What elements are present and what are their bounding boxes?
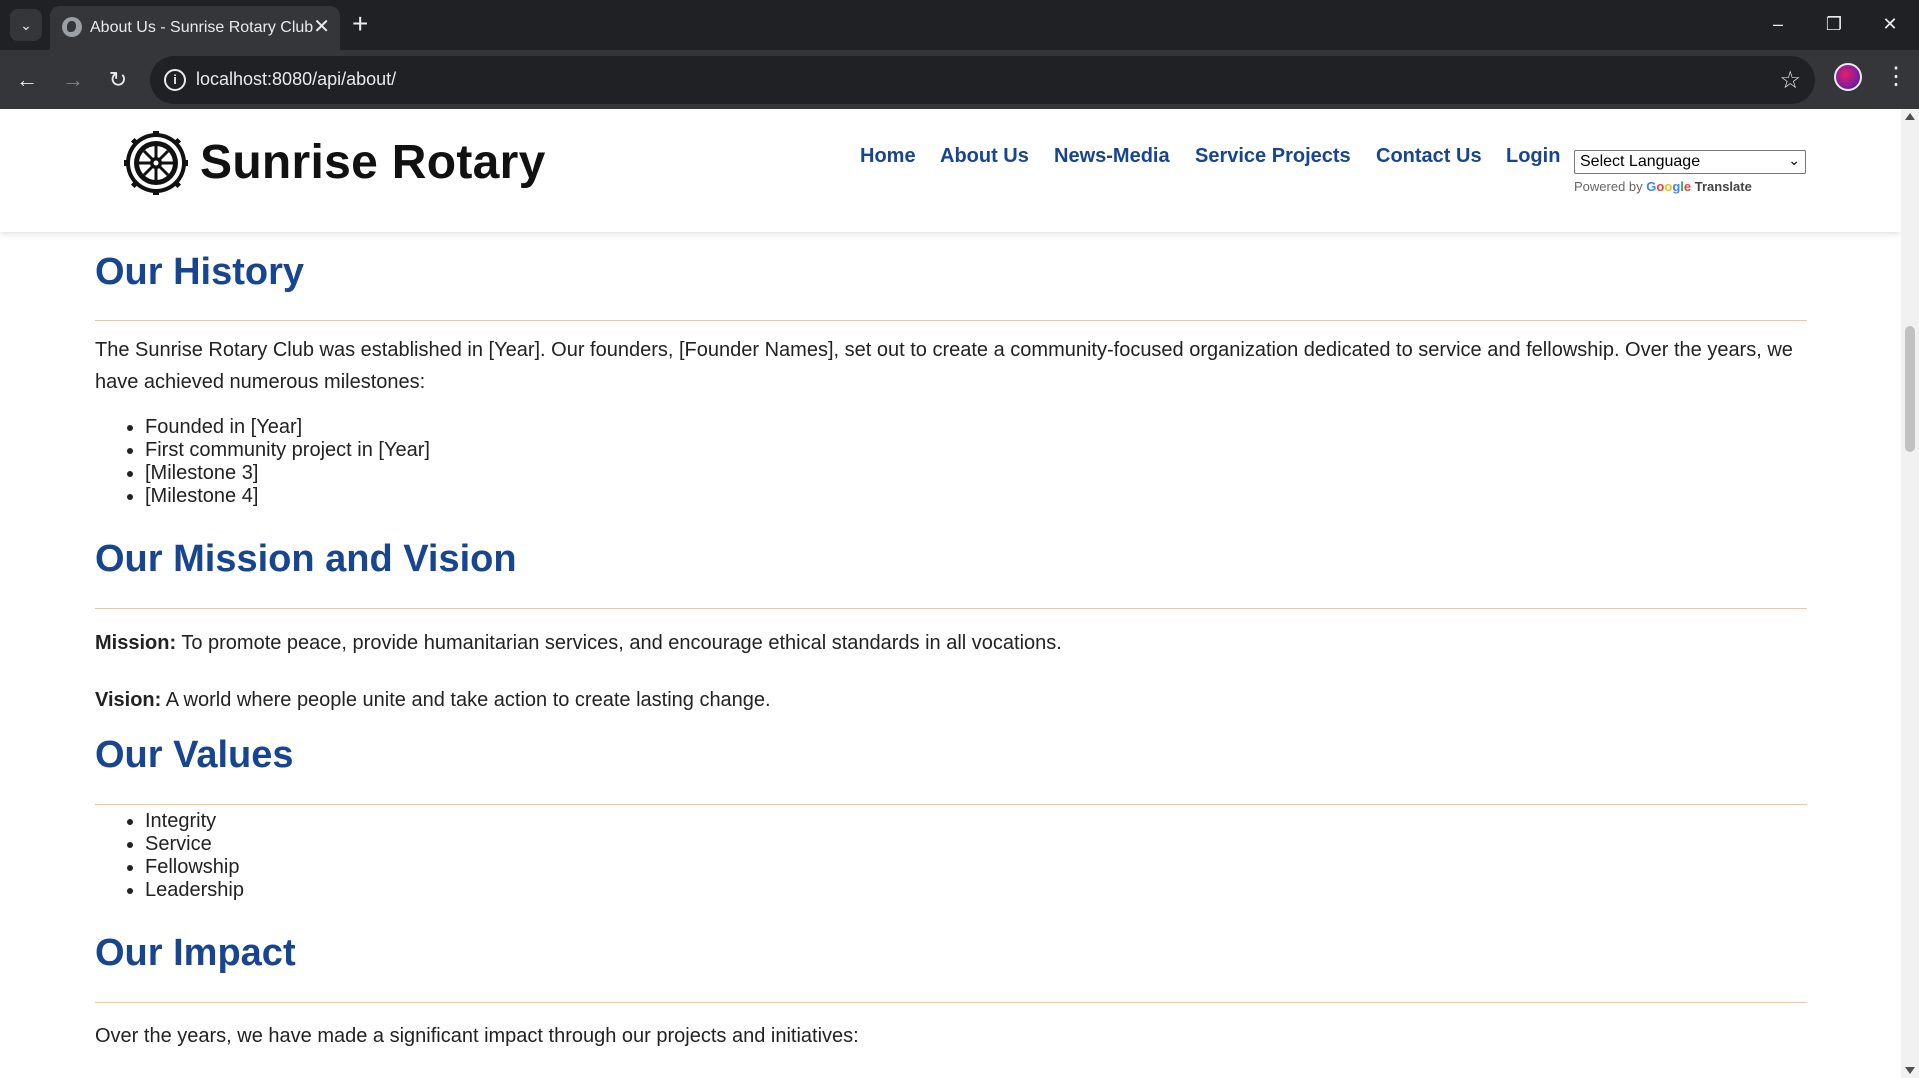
mission-label: Mission: (95, 632, 177, 654)
section-divider (95, 320, 1807, 321)
powered-by-google-translate: Powered by Google Translate (1574, 179, 1752, 194)
scroll-up-arrow-icon[interactable] (1905, 113, 1915, 120)
section-divider (95, 804, 1807, 805)
profile-avatar-icon[interactable] (1834, 63, 1862, 91)
impact-intro: Over the years, we have made a significa… (95, 1025, 859, 1047)
tab-search-chevron-icon[interactable]: ⌄ (10, 9, 42, 41)
vision-label: Vision: (95, 689, 162, 711)
impact-heading: Our Impact (95, 932, 296, 974)
scroll-down-arrow-icon[interactable] (1905, 1067, 1915, 1074)
google-wordmark[interactable]: Google (1646, 179, 1691, 194)
page-scrollbar[interactable] (1901, 109, 1919, 1078)
restore-icon[interactable]: ❐ (1814, 6, 1854, 42)
list-item: Leadership (145, 879, 244, 902)
list-item: [Milestone 3] (145, 462, 430, 485)
chevron-down-icon: ⌄ (1788, 152, 1800, 168)
page-viewport: Sunrise Rotary Home About Us News-Media … (0, 109, 1901, 1078)
browser-menu-icon[interactable]: ⋮ (1884, 62, 1908, 92)
list-item: Integrity (145, 810, 244, 833)
brand-title[interactable]: Sunrise Rotary (200, 135, 546, 190)
minimize-icon[interactable]: – (1758, 6, 1798, 42)
values-list: Integrity Service Fellowship Leadership (95, 810, 244, 902)
globe-icon (62, 17, 82, 37)
scrollbar-thumb[interactable] (1905, 326, 1915, 452)
forward-arrow-icon[interactable]: → (55, 62, 91, 98)
list-item: Fellowship (145, 856, 244, 879)
new-tab-plus-icon[interactable]: + (352, 8, 368, 40)
site-header: Sunrise Rotary Home About Us News-Media … (0, 109, 1901, 232)
mission-heading: Our Mission and Vision (95, 538, 517, 580)
bookmark-star-icon[interactable]: ☆ (1779, 66, 1801, 95)
reload-icon[interactable]: ↻ (100, 62, 136, 98)
translate-link[interactable]: Translate (1695, 179, 1752, 194)
close-window-icon[interactable]: ✕ (1870, 6, 1910, 42)
section-divider (95, 608, 1807, 609)
back-arrow-icon[interactable]: ← (9, 62, 45, 98)
milestones-list: Founded in [Year] First community projec… (95, 416, 430, 508)
mission-text: To promote peace, provide humanitarian s… (181, 632, 1062, 654)
section-divider (95, 1002, 1807, 1003)
list-item: Service (145, 833, 244, 856)
nav-home[interactable]: Home (860, 145, 916, 168)
nav-news-media[interactable]: News-Media (1054, 145, 1170, 168)
list-item: First community project in [Year] (145, 439, 430, 462)
powered-by-label: Powered by (1574, 179, 1643, 194)
browser-tabbar: ⌄ About Us - Sunrise Rotary Club ✕ + – ❐… (0, 0, 1919, 50)
tab-close-icon[interactable]: ✕ (313, 15, 330, 39)
site-info-icon[interactable]: i (164, 69, 186, 91)
address-bar[interactable]: i localhost:8080/api/about/ ☆ (150, 56, 1815, 104)
history-intro: The Sunrise Rotary Club was established … (95, 339, 1793, 393)
nav-about-us[interactable]: About Us (940, 145, 1029, 168)
language-select[interactable]: Select Language ⌄ (1574, 150, 1806, 174)
list-item: [Milestone 4] (145, 485, 430, 508)
browser-tab-active[interactable]: About Us - Sunrise Rotary Club ✕ (50, 6, 340, 50)
browser-toolbar: ← → ↻ i localhost:8080/api/about/ ☆ ⋮ (0, 50, 1919, 109)
nav-login[interactable]: Login (1506, 145, 1560, 168)
language-select-value: Select Language (1580, 153, 1701, 170)
list-item: Founded in [Year] (145, 416, 430, 439)
url-text[interactable]: localhost:8080/api/about/ (196, 69, 396, 90)
values-heading: Our Values (95, 734, 294, 776)
history-heading: Our History (95, 251, 305, 293)
vision-paragraph: Vision: A world where people unite and t… (95, 684, 771, 716)
mission-paragraph: Mission: To promote peace, provide human… (95, 627, 1062, 659)
tab-title: About Us - Sunrise Rotary Club (90, 19, 314, 36)
nav-service-projects[interactable]: Service Projects (1195, 145, 1351, 168)
rotary-wheel-logo-icon[interactable] (124, 131, 188, 195)
nav-contact-us[interactable]: Contact Us (1376, 145, 1482, 168)
vision-text: A world where people unite and take acti… (165, 689, 771, 711)
